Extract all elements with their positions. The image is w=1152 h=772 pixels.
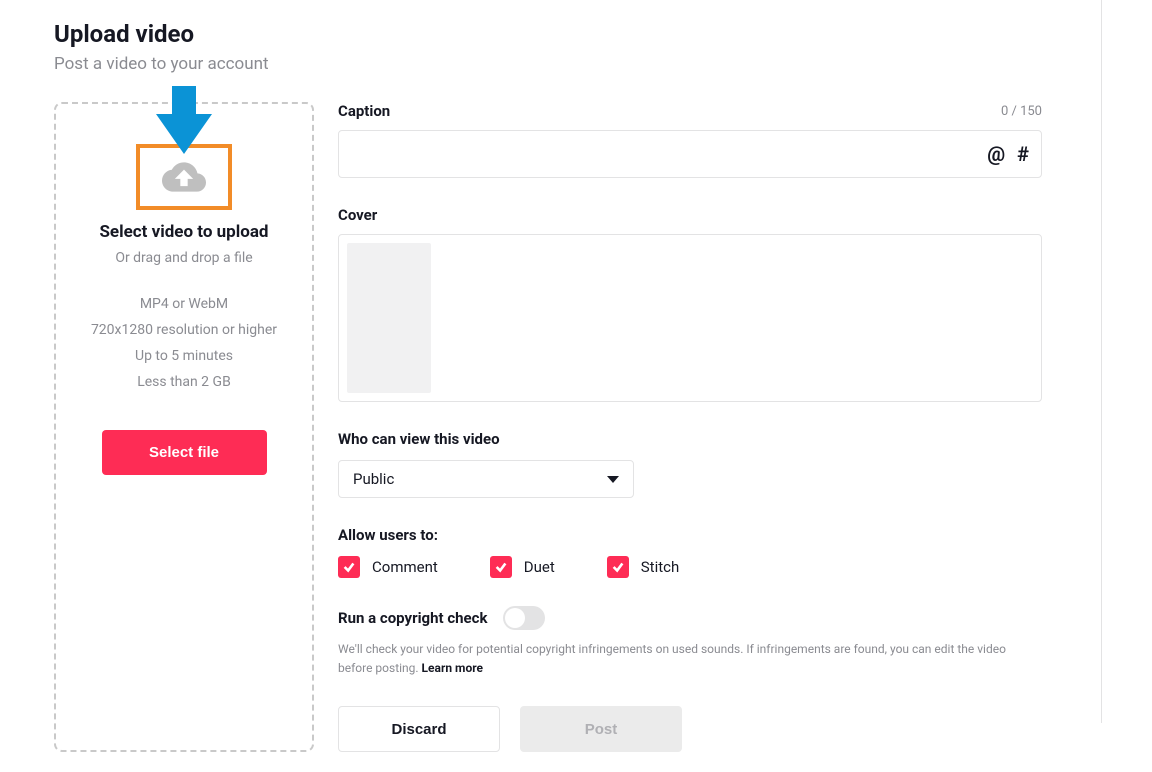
checkbox-label: Stitch bbox=[641, 558, 679, 576]
visibility-selected: Public bbox=[353, 470, 394, 488]
cover-label: Cover bbox=[338, 206, 1042, 224]
learn-more-link[interactable]: Learn more bbox=[422, 661, 483, 675]
checkbox-stitch[interactable]: Stitch bbox=[607, 556, 679, 578]
permissions-label: Allow users to: bbox=[338, 526, 1042, 544]
mention-icon[interactable]: @ bbox=[987, 142, 1005, 166]
upload-hint: Less than 2 GB bbox=[72, 374, 296, 390]
post-button[interactable]: Post bbox=[520, 706, 682, 752]
discard-button[interactable]: Discard bbox=[338, 706, 500, 752]
checkbox-label: Comment bbox=[372, 558, 438, 576]
checkbox-icon bbox=[338, 556, 360, 578]
cover-thumbnail bbox=[347, 243, 431, 393]
upload-dropzone[interactable]: Select video to upload Or drag and drop … bbox=[54, 102, 314, 752]
checkbox-label: Duet bbox=[524, 558, 555, 576]
caption-char-count: 0 / 150 bbox=[1001, 104, 1042, 119]
chevron-down-icon bbox=[607, 476, 619, 483]
cloud-upload-icon bbox=[162, 155, 206, 199]
checkbox-icon bbox=[607, 556, 629, 578]
caption-label: Caption bbox=[338, 102, 390, 120]
checkbox-icon bbox=[490, 556, 512, 578]
upload-hint: MP4 or WebM bbox=[72, 296, 296, 312]
caption-input[interactable] bbox=[351, 146, 975, 163]
caption-field-wrapper: @ # bbox=[338, 130, 1042, 178]
upload-subtitle: Or drag and drop a file bbox=[72, 250, 296, 266]
copyright-toggle[interactable] bbox=[503, 606, 545, 630]
upload-hint: 720x1280 resolution or higher bbox=[72, 322, 296, 338]
upload-hint: Up to 5 minutes bbox=[72, 348, 296, 364]
select-file-button[interactable]: Select file bbox=[102, 430, 267, 475]
copyright-description: We'll check your video for potential cop… bbox=[338, 640, 1042, 678]
visibility-label: Who can view this video bbox=[338, 430, 1042, 448]
annotation-arrow-icon bbox=[152, 86, 216, 154]
hashtag-icon[interactable]: # bbox=[1017, 142, 1029, 166]
upload-title: Select video to upload bbox=[72, 222, 296, 242]
page-title: Upload video bbox=[54, 20, 1098, 48]
copyright-label: Run a copyright check bbox=[338, 609, 487, 627]
divider bbox=[1101, 0, 1102, 723]
checkbox-comment[interactable]: Comment bbox=[338, 556, 438, 578]
page-subtitle: Post a video to your account bbox=[54, 54, 1098, 74]
cover-selector[interactable] bbox=[338, 234, 1042, 402]
visibility-select[interactable]: Public bbox=[338, 460, 634, 498]
checkbox-duet[interactable]: Duet bbox=[490, 556, 555, 578]
